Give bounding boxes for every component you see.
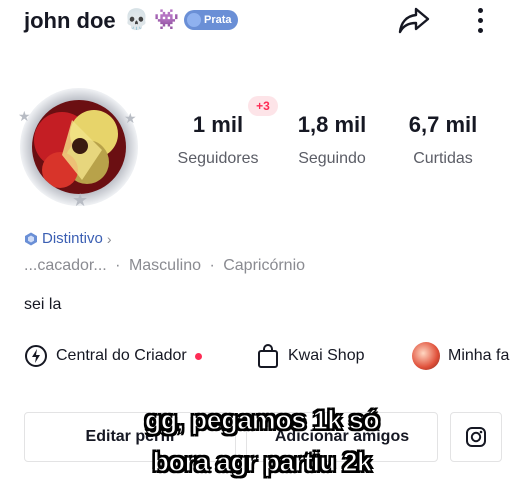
my-family-link[interactable]: Minha fa: [412, 342, 509, 370]
dot: [477, 7, 483, 13]
dot: [477, 27, 483, 33]
dot: [477, 17, 483, 23]
profile-header: john doe 💀 👾 Prata: [0, 0, 524, 44]
meta-sign: Capricórnio: [223, 257, 306, 274]
shopping-bag-icon: [258, 344, 278, 368]
stat-followers[interactable]: 1 mil Seguidores: [168, 112, 268, 168]
profile-avatar[interactable]: ★ ★ ★: [16, 84, 142, 210]
stat-following[interactable]: 1,8 mil Seguindo: [282, 112, 382, 168]
profile-meta: ...cacador... · Masculino · Capricórnio: [24, 257, 309, 275]
stat-value: 6,7 mil: [408, 112, 478, 137]
star-icon: ★: [124, 110, 137, 126]
username: john doe: [24, 8, 116, 33]
tier-badge[interactable]: Prata: [184, 10, 238, 30]
stat-likes[interactable]: 6,7 mil Curtidas: [398, 112, 488, 168]
tier-icon: [187, 13, 201, 27]
hexagon-badge-icon: [25, 232, 37, 245]
video-caption-line: bora agr partiu 2k: [152, 446, 373, 477]
notification-dot: [194, 352, 202, 360]
more-options-button[interactable]: [468, 4, 492, 36]
skull-emoji-icon: 💀: [124, 9, 149, 31]
badge-link-label: Distintivo: [42, 230, 103, 247]
badge-link[interactable]: Distintivo ›: [24, 230, 112, 247]
stat-value: 1 mil: [192, 112, 244, 137]
avatar-icon: [412, 342, 440, 370]
share-button[interactable]: [396, 4, 432, 36]
stat-label: Seguindo: [298, 150, 366, 167]
meta-separator: ·: [115, 257, 121, 274]
profile-bio: sei la: [24, 296, 62, 313]
meta-gender: Masculino: [128, 257, 201, 274]
share-arrow-icon: [398, 7, 430, 34]
stat-label: Curtidas: [413, 150, 473, 167]
meta-tag: ...cacador...: [24, 257, 107, 274]
star-icon: ★: [72, 190, 89, 210]
creator-center-link[interactable]: Central do Criador: [24, 342, 202, 370]
stat-value: 1,8 mil: [297, 112, 367, 137]
shortcut-label: Minha fa: [448, 347, 510, 364]
shortcut-label: Central do Criador: [56, 347, 187, 364]
lightning-circle-icon: [25, 345, 47, 367]
star-icon: ★: [18, 108, 31, 124]
video-caption-line: gg, pegamos 1k só: [144, 404, 380, 435]
stat-label: Seguidores: [177, 150, 259, 167]
chevron-right-icon: ›: [106, 230, 112, 247]
kwai-shop-link[interactable]: Kwai Shop: [256, 342, 365, 370]
tier-badge-label: Prata: [204, 14, 232, 26]
alien-emoji-icon: 👾: [154, 9, 179, 31]
shortcut-label: Kwai Shop: [288, 347, 365, 364]
meta-separator: ·: [209, 257, 215, 274]
avatar-image: [32, 100, 126, 194]
